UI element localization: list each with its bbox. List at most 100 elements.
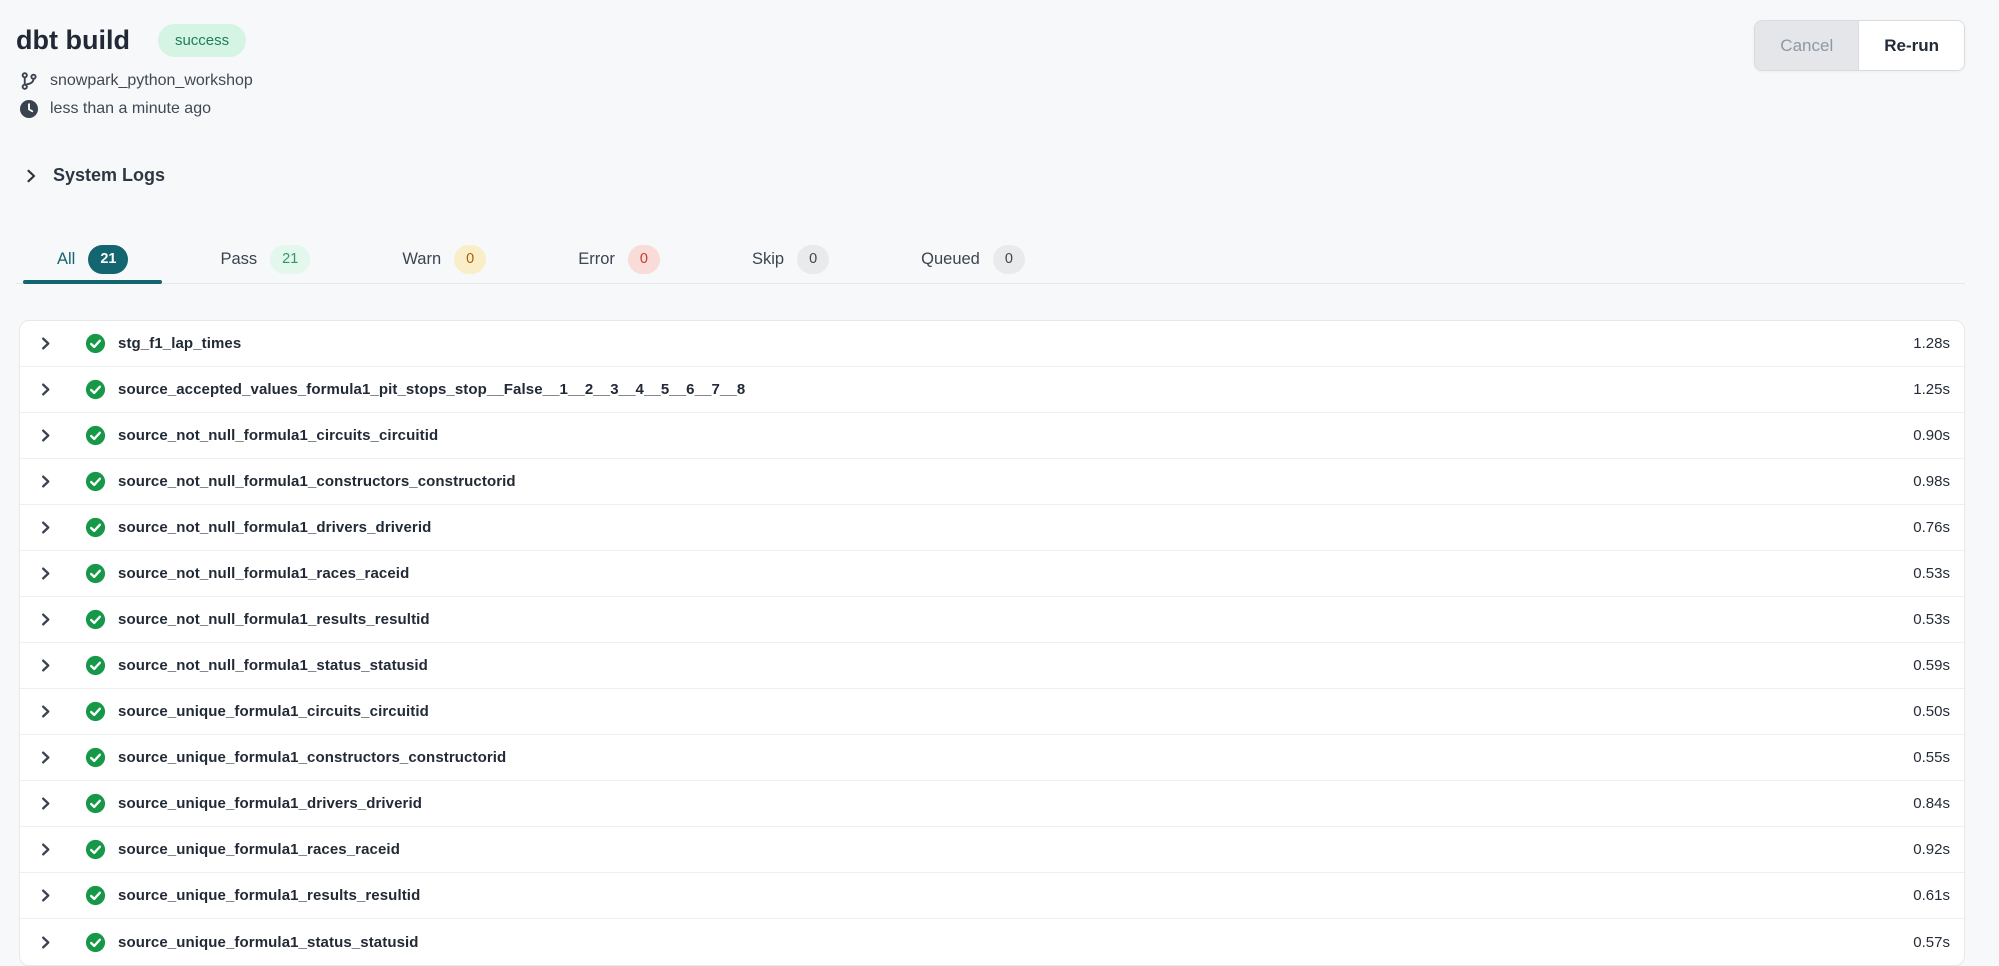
result-name: source_not_null_formula1_circuits_circui… [118, 427, 438, 444]
result-name: source_unique_formula1_constructors_cons… [118, 749, 506, 766]
result-row[interactable]: source_unique_formula1_circuits_circuiti… [20, 689, 1964, 735]
result-name: source_accepted_values_formula1_pit_stop… [118, 381, 745, 398]
result-row[interactable]: source_not_null_formula1_results_resulti… [20, 597, 1964, 643]
result-duration: 0.53s [1913, 611, 1950, 628]
result-name: source_not_null_formula1_results_resulti… [118, 611, 430, 628]
run-actions: Cancel Re-run [1754, 20, 1965, 71]
check-circle-icon [85, 655, 106, 676]
clock-icon [19, 99, 39, 119]
rerun-button[interactable]: Re-run [1859, 21, 1964, 70]
tab-count-badge: 0 [797, 245, 829, 274]
tab-count-badge: 0 [628, 245, 660, 274]
result-row[interactable]: source_not_null_formula1_status_statusid… [20, 643, 1964, 689]
tab-label: Warn [402, 250, 441, 269]
result-name: source_unique_formula1_drivers_driverid [118, 795, 422, 812]
result-duration: 0.90s [1913, 427, 1950, 444]
result-name: source_not_null_formula1_drivers_driveri… [118, 519, 431, 536]
result-duration: 1.25s [1913, 381, 1950, 398]
row-expand-chevron-icon[interactable] [38, 704, 53, 719]
check-circle-icon [85, 609, 106, 630]
check-circle-icon [85, 932, 106, 953]
result-duration: 0.59s [1913, 657, 1950, 674]
result-row[interactable]: source_unique_formula1_constructors_cons… [20, 735, 1964, 781]
time-ago: less than a minute ago [50, 100, 211, 118]
result-duration: 0.53s [1913, 565, 1950, 582]
row-expand-chevron-icon[interactable] [38, 842, 53, 857]
run-header: dbt build success [16, 20, 1965, 119]
tab-error[interactable]: Error 0 [544, 236, 694, 283]
tab-count-badge: 21 [270, 245, 310, 274]
tab-skip[interactable]: Skip 0 [718, 236, 863, 283]
row-expand-chevron-icon[interactable] [38, 428, 53, 443]
tab-all[interactable]: All 21 [23, 236, 162, 283]
row-expand-chevron-icon[interactable] [38, 520, 53, 535]
tab-count-badge: 21 [88, 245, 128, 274]
system-logs-toggle[interactable]: System Logs [23, 165, 165, 186]
result-duration: 0.98s [1913, 473, 1950, 490]
tab-pass[interactable]: Pass 21 [186, 236, 344, 283]
result-row[interactable]: source_unique_formula1_drivers_driverid … [20, 781, 1964, 827]
check-circle-icon [85, 793, 106, 814]
check-circle-icon [85, 839, 106, 860]
row-expand-chevron-icon[interactable] [38, 888, 53, 903]
tab-warn[interactable]: Warn 0 [368, 236, 520, 283]
result-duration: 0.57s [1913, 934, 1950, 951]
system-logs-label: System Logs [53, 165, 165, 186]
result-duration: 1.28s [1913, 335, 1950, 352]
git-branch-icon [19, 71, 39, 91]
results-list: stg_f1_lap_times 1.28s source_accepted_v… [19, 320, 1965, 966]
row-expand-chevron-icon[interactable] [38, 796, 53, 811]
tab-label: All [57, 250, 75, 269]
result-row[interactable]: source_unique_formula1_status_statusid 0… [20, 919, 1964, 965]
result-row[interactable]: source_accepted_values_formula1_pit_stop… [20, 367, 1964, 413]
result-name: source_not_null_formula1_races_raceid [118, 565, 409, 582]
branch-name: snowpark_python_workshop [50, 72, 253, 90]
result-name: source_unique_formula1_results_resultid [118, 887, 420, 904]
result-row[interactable]: source_unique_formula1_results_resultid … [20, 873, 1964, 919]
check-circle-icon [85, 333, 106, 354]
tab-label: Error [578, 250, 615, 269]
row-expand-chevron-icon[interactable] [38, 750, 53, 765]
status-tabs: All 21 Pass 21 Warn 0 Error 0 Skip 0 Que… [16, 236, 1965, 284]
page-title: dbt build [16, 20, 130, 60]
result-row[interactable]: source_not_null_formula1_drivers_driveri… [20, 505, 1964, 551]
tab-label: Queued [921, 250, 980, 269]
result-row[interactable]: source_not_null_formula1_constructors_co… [20, 459, 1964, 505]
status-badge: success [158, 24, 246, 57]
check-circle-icon [85, 563, 106, 584]
cancel-button[interactable]: Cancel [1755, 21, 1859, 70]
result-name: source_not_null_formula1_constructors_co… [118, 473, 516, 490]
result-row[interactable]: source_unique_formula1_races_raceid 0.92… [20, 827, 1964, 873]
row-expand-chevron-icon[interactable] [38, 612, 53, 627]
result-duration: 0.50s [1913, 703, 1950, 720]
time-row: less than a minute ago [19, 99, 253, 119]
chevron-right-icon [23, 168, 39, 184]
row-expand-chevron-icon[interactable] [38, 382, 53, 397]
result-name: source_not_null_formula1_status_statusid [118, 657, 428, 674]
tab-count-badge: 0 [454, 245, 486, 274]
check-circle-icon [85, 471, 106, 492]
result-duration: 0.92s [1913, 841, 1950, 858]
check-circle-icon [85, 701, 106, 722]
tab-queued[interactable]: Queued 0 [887, 236, 1059, 283]
dbt-run-page: dbt build success [0, 0, 1999, 959]
tab-label: Pass [220, 250, 257, 269]
check-circle-icon [85, 517, 106, 538]
result-duration: 0.76s [1913, 519, 1950, 536]
result-name: stg_f1_lap_times [118, 335, 241, 352]
result-duration: 0.61s [1913, 887, 1950, 904]
tab-count-badge: 0 [993, 245, 1025, 274]
result-name: source_unique_formula1_races_raceid [118, 841, 400, 858]
row-expand-chevron-icon[interactable] [38, 566, 53, 581]
row-expand-chevron-icon[interactable] [38, 474, 53, 489]
result-row[interactable]: stg_f1_lap_times 1.28s [20, 321, 1964, 367]
row-expand-chevron-icon[interactable] [38, 658, 53, 673]
result-row[interactable]: source_not_null_formula1_races_raceid 0.… [20, 551, 1964, 597]
check-circle-icon [85, 379, 106, 400]
row-expand-chevron-icon[interactable] [38, 336, 53, 351]
check-circle-icon [85, 747, 106, 768]
run-header-left: dbt build success [16, 20, 253, 119]
row-expand-chevron-icon[interactable] [38, 935, 53, 950]
result-duration: 0.55s [1913, 749, 1950, 766]
result-row[interactable]: source_not_null_formula1_circuits_circui… [20, 413, 1964, 459]
